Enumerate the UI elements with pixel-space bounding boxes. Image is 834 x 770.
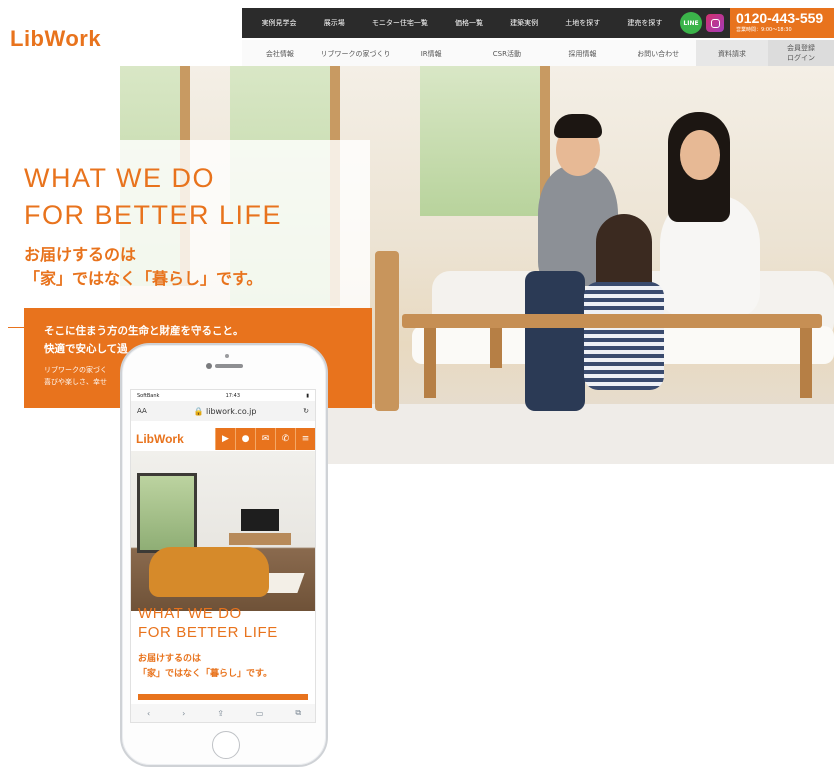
smartphone-mockup: SoftBank 17:43 ▮ AA 🔒 libwork.co.jp ↻ Li… <box>120 343 328 767</box>
share-icon[interactable]: ⇪ <box>217 709 224 718</box>
top-nav-prices[interactable]: 価格一覧 <box>455 18 483 28</box>
phone-number: 0120-443-559 <box>736 10 824 26</box>
browser-url-bar[interactable]: AA 🔒 libwork.co.jp ↻ <box>131 401 315 421</box>
menu-icon[interactable]: ≡ <box>295 428 315 450</box>
coffee-table <box>402 314 822 328</box>
sub-nav-recruit[interactable]: 採用情報 <box>545 49 621 59</box>
browser-toolbar: ‹ › ⇪ ▭ ⧉ <box>131 704 315 722</box>
rug <box>320 404 834 464</box>
home-button[interactable] <box>212 731 240 759</box>
child-dress <box>584 282 664 390</box>
sub-nav-company[interactable]: 会社情報 <box>242 49 318 59</box>
member-login-button[interactable]: 会員登録 ログイン <box>768 40 834 68</box>
window-right <box>420 66 550 216</box>
hero-headline-line-2: FOR BETTER LIFE <box>24 200 283 230</box>
bookmarks-icon[interactable]: ▭ <box>256 709 264 718</box>
forward-icon[interactable]: › <box>182 709 185 718</box>
sub-navigation-bar: 会社情報 リブワークの家づくり IR情報 CSR活動 採用情報 お問い合わせ 資… <box>242 40 834 68</box>
mobile-headline-line-2: FOR BETTER LIFE <box>138 624 278 641</box>
mobile-header: LibWork ▶ ● ✉ ✆ ≡ <box>131 427 315 451</box>
man-hair <box>554 114 602 138</box>
lead-line-divider <box>8 327 42 328</box>
top-nav-monitor-homes[interactable]: モニター住宅一覧 <box>372 18 428 28</box>
phone-screen: SoftBank 17:43 ▮ AA 🔒 libwork.co.jp ↻ Li… <box>130 389 316 723</box>
top-nav-land-search[interactable]: 土地を探す <box>565 18 600 28</box>
camera-icon <box>225 354 229 358</box>
hero-headline-line-1: WHAT WE DO <box>24 163 215 193</box>
phone-contact[interactable]: 0120-443-559 営業時間：9:00～18:30 <box>730 8 834 38</box>
mobile-logo[interactable]: LibWork <box>131 432 184 446</box>
clock-label: 17:43 <box>225 392 241 399</box>
mobile-header-icons: ▶ ● ✉ ✆ ≡ <box>215 428 315 450</box>
top-nav-links: 実例見学会 展示場 モニター住宅一覧 価格一覧 建築実例 土地を探す 建売を探す <box>242 18 676 28</box>
reload-icon[interactable]: ↻ <box>303 407 309 415</box>
mobile-orange-bar <box>138 694 308 700</box>
sub-nav-housebuilding[interactable]: リブワークの家づくり <box>318 49 394 59</box>
carrier-label: SoftBank <box>137 392 160 399</box>
sub-nav-ir[interactable]: IR情報 <box>393 49 469 59</box>
site-logo[interactable]: LibWork <box>10 26 101 52</box>
sub-nav-contact[interactable]: お問い合わせ <box>620 49 696 59</box>
hero-sub-line-2: 「家」ではなく「暮らし」です。 <box>24 269 263 288</box>
phone-icon[interactable]: ✆ <box>275 428 295 450</box>
url-text: 🔒 libwork.co.jp <box>193 406 257 416</box>
mobile-photo-tv <box>241 509 279 531</box>
line-icon[interactable]: LINE <box>680 12 702 34</box>
top-nav-tour[interactable]: 実例見学会 <box>262 18 297 28</box>
mobile-headline-line-1: WHAT WE DO <box>138 605 242 622</box>
hero-headline: WHAT WE DO FOR BETTER LIFE <box>24 160 282 234</box>
hero-sub-line-1: お届けするのは <box>24 245 137 264</box>
mobile-photo-window <box>137 473 197 553</box>
top-nav-examples[interactable]: 建築実例 <box>510 18 538 28</box>
table-leg <box>424 328 436 398</box>
youtube-icon[interactable]: ▶ <box>215 428 235 450</box>
sub-nav-csr[interactable]: CSR活動 <box>469 49 545 59</box>
member-register-label: 会員登録 <box>787 44 816 52</box>
table-leg <box>490 328 502 368</box>
member-login-label: ログイン <box>787 54 816 62</box>
man-legs <box>525 271 585 411</box>
hero-message-line-1: そこに住まう方の生命と財産を守ること。 <box>44 325 244 337</box>
status-bar: SoftBank 17:43 ▮ <box>131 390 315 401</box>
tabs-icon[interactable]: ⧉ <box>295 708 301 718</box>
mobile-subheadline: お届けするのは 「家」ではなく「暮らし」です。 <box>138 652 272 682</box>
mobile-headline: WHAT WE DO FOR BETTER LIFE <box>138 604 278 642</box>
top-nav-showroom[interactable]: 展示場 <box>324 18 345 28</box>
sofa-arm <box>375 251 399 411</box>
mobile-photo-chair <box>149 547 269 597</box>
mobile-hero-photo <box>131 451 315 611</box>
mobile-sub-line-1: お届けするのは <box>138 654 202 664</box>
url-domain: libwork.co.jp <box>206 406 257 416</box>
reader-mode-button[interactable]: AA <box>137 407 147 415</box>
battery-icon: ▮ <box>306 392 309 399</box>
top-navigation-bar: 実例見学会 展示場 モニター住宅一覧 価格一覧 建築実例 土地を探す 建売を探す… <box>242 8 834 38</box>
hero-subheadline: お届けするのは 「家」ではなく「暮らし」です。 <box>24 243 262 291</box>
mail-icon[interactable]: ✉ <box>255 428 275 450</box>
top-nav-house-search[interactable]: 建売を探す <box>627 18 662 28</box>
earpiece-speaker <box>215 364 243 368</box>
table-leg <box>800 328 812 398</box>
mobile-photo-shelf <box>229 533 291 545</box>
request-brochure-button[interactable]: 資料請求 <box>696 40 769 68</box>
back-icon[interactable]: ‹ <box>147 709 150 718</box>
phone-hours: 営業時間：9:00～18:30 <box>736 27 792 33</box>
woman-face <box>680 130 720 180</box>
instagram-icon[interactable] <box>706 14 724 32</box>
chat-icon[interactable]: ● <box>235 428 255 450</box>
front-sensor <box>206 363 212 369</box>
mobile-sub-line-2: 「家」ではなく「暮らし」です。 <box>138 669 273 679</box>
